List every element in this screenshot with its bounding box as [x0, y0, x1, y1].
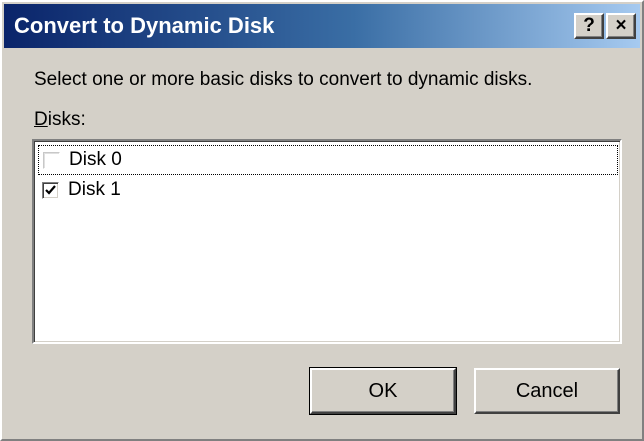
disk-0-label: Disk 0 — [69, 149, 122, 170]
help-button[interactable]: ? — [574, 13, 604, 39]
convert-dynamic-disk-dialog: Convert to Dynamic Disk ? × Select one o… — [0, 0, 644, 441]
title-bar[interactable]: Convert to Dynamic Disk ? × — [4, 4, 640, 48]
cancel-button[interactable]: Cancel — [474, 368, 620, 414]
disk-1-checkbox[interactable] — [42, 182, 59, 199]
list-item-disk-0[interactable]: Disk 0 — [38, 145, 618, 175]
disk-0-checkbox[interactable] — [43, 152, 60, 169]
checkmark-icon — [45, 185, 56, 195]
close-icon: × — [615, 15, 627, 36]
dialog-title: Convert to Dynamic Disk — [14, 13, 275, 38]
instruction-text: Select one or more basic disks to conver… — [34, 69, 533, 90]
disks-label-accelerator: D — [34, 109, 48, 130]
help-icon: ? — [583, 15, 595, 36]
disks-label: Disks: — [34, 109, 86, 131]
disks-listbox[interactable]: Disk 0 Disk 1 — [32, 139, 622, 344]
disk-1-label: Disk 1 — [68, 179, 121, 200]
close-button[interactable]: × — [606, 13, 636, 39]
ok-button[interactable]: OK — [309, 367, 457, 415]
disks-label-rest: isks: — [47, 109, 86, 130]
list-item-disk-1[interactable]: Disk 1 — [38, 176, 618, 206]
